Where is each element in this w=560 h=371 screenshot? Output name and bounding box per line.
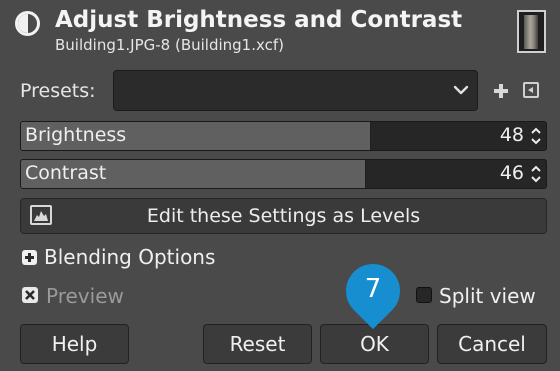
- step-badge-number: 7: [364, 274, 382, 304]
- ok-button[interactable]: OK: [320, 324, 429, 364]
- cancel-button[interactable]: Cancel: [437, 324, 547, 364]
- dialog-title: Adjust Brightness and Contrast: [55, 7, 463, 33]
- presets-label: Presets:: [20, 80, 96, 102]
- help-button[interactable]: Help: [20, 324, 129, 364]
- blending-options-label[interactable]: Blending Options: [44, 245, 215, 269]
- presets-combo[interactable]: [113, 70, 478, 111]
- brightness-label: Brightness: [25, 124, 127, 146]
- reset-button[interactable]: Reset: [203, 324, 312, 364]
- brightness-value[interactable]: 48: [500, 124, 524, 146]
- split-view-label[interactable]: Split view: [439, 284, 536, 308]
- spin-arrows-icon[interactable]: [529, 163, 543, 185]
- contrast-value[interactable]: 46: [500, 162, 524, 184]
- contrast-label: Contrast: [25, 162, 107, 184]
- contrast-icon: [15, 11, 40, 36]
- image-thumbnail: [517, 10, 546, 53]
- menu-icon[interactable]: [523, 82, 539, 98]
- edit-as-levels-label: Edit these Settings as Levels: [146, 205, 421, 227]
- chevron-down-icon[interactable]: [451, 80, 471, 100]
- plus-icon[interactable]: [490, 80, 512, 102]
- check-icon: [25, 290, 35, 300]
- spin-arrows-icon[interactable]: [529, 125, 543, 147]
- contrast-slider[interactable]: Contrast 46: [20, 159, 547, 189]
- preview-checkbox[interactable]: [22, 287, 38, 303]
- dialog-subtitle: Building1.JPG-8 (Building1.xcf): [55, 36, 284, 54]
- expander-icon[interactable]: [22, 250, 37, 265]
- preview-label: Preview: [46, 284, 124, 308]
- brightness-slider[interactable]: Brightness 48: [20, 121, 547, 151]
- split-view-checkbox[interactable]: [416, 287, 432, 303]
